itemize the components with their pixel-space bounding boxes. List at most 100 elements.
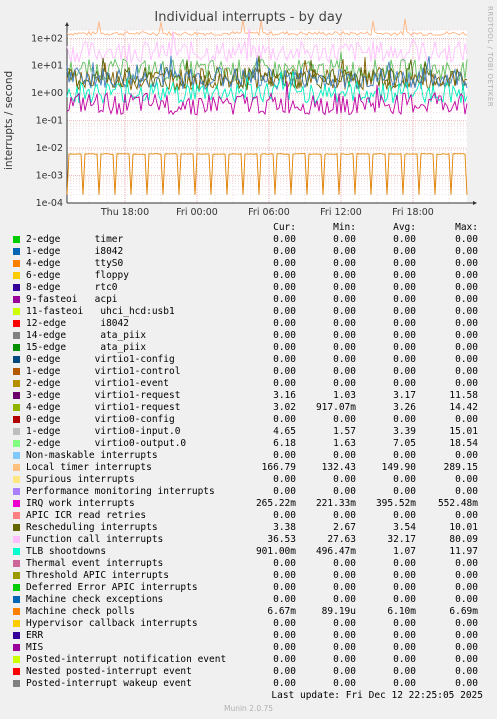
legend-swatch <box>13 272 20 279</box>
legend-label: 1-edge virtio0-input.0 <box>26 426 181 437</box>
legend-min-value: 0.00 <box>333 666 356 677</box>
legend-avg-value: 0.00 <box>393 654 416 665</box>
legend-min-value: 0.00 <box>333 654 356 665</box>
legend-min-value: 0.00 <box>333 414 356 425</box>
legend-avg-value: 0.00 <box>393 354 416 365</box>
last-update: Last update: Fri Dec 12 22:25:05 2025 <box>271 690 483 701</box>
legend-label: 2-edge virtio0-output.0 <box>26 438 187 449</box>
legend-cur-value: 0.00 <box>273 474 296 485</box>
legend-avg-value: 0.00 <box>393 282 416 293</box>
legend-row: 14-edge ata_piix 0.00 0.00 0.00 0.00 <box>0 330 497 342</box>
legend-row: 8-edge rtc0 0.00 0.00 0.00 0.00 <box>0 282 497 294</box>
legend-cur-value: 0.00 <box>273 486 296 497</box>
legend-avg-value: 0.00 <box>393 318 416 329</box>
legend-min-value: 0.00 <box>333 486 356 497</box>
legend-cur-value: 3.38 <box>273 522 296 533</box>
legend-row: 9-fasteoi acpi 0.00 0.00 0.00 0.00 <box>0 294 497 306</box>
legend-max-value: 0.00 <box>455 558 478 569</box>
legend-swatch <box>13 332 20 339</box>
legend-swatch <box>13 632 20 639</box>
legend-label: MIS <box>26 642 44 653</box>
legend-swatch <box>13 512 20 519</box>
legend-cur-value: 6.67m <box>267 606 296 617</box>
legend-max-value: 0.00 <box>455 570 478 581</box>
legend-max-value: 6.69m <box>449 606 478 617</box>
legend-max-value: 0.00 <box>455 474 478 485</box>
legend-avg-value: 0.00 <box>393 618 416 629</box>
legend-avg-value: 0.00 <box>393 366 416 377</box>
legend-max-value: 0.00 <box>455 678 478 689</box>
legend-row: Posted-interrupt wakeup event 0.00 0.00 0.0… <box>0 678 497 690</box>
legend-label: 0-edge virtio1-config <box>26 354 175 365</box>
legend-swatch <box>13 488 20 495</box>
legend-max-value: 0.00 <box>455 630 478 641</box>
legend-cur-value: 0.00 <box>273 318 296 329</box>
legend-label: Nested posted-interrupt event <box>26 666 192 677</box>
legend-avg-value: 0.00 <box>393 630 416 641</box>
legend-avg-value: 0.00 <box>393 246 416 257</box>
col-header-min: Min: <box>333 222 356 233</box>
legend-avg-value: 0.00 <box>393 678 416 689</box>
legend-label: 2-edge timer <box>26 234 124 245</box>
legend-swatch <box>13 464 20 471</box>
legend-row: IRQ work interrupts 265.22m 221.33m 395.52m… <box>0 498 497 510</box>
legend-min-value: 0.00 <box>333 258 356 269</box>
legend-cur-value: 0.00 <box>273 558 296 569</box>
legend-label: Threshold APIC interrupts <box>26 570 169 581</box>
legend-max-value: 11.97 <box>449 546 478 557</box>
legend-avg-value: 0.00 <box>393 666 416 677</box>
legend-swatch <box>13 236 20 243</box>
legend-min-value: 89.19u <box>321 606 356 617</box>
legend-min-value: 27.63 <box>327 534 356 545</box>
legend-cur-value: 265.22m <box>255 498 296 509</box>
legend-max-value: 15.01 <box>449 426 478 437</box>
y-tick-label: 1e+00 <box>31 88 63 99</box>
legend-max-value: 0.00 <box>455 318 478 329</box>
legend-max-value: 0.00 <box>455 594 478 605</box>
legend-swatch <box>13 572 20 579</box>
legend-avg-value: 0.00 <box>393 486 416 497</box>
legend-max-value: 0.00 <box>455 654 478 665</box>
legend-min-value: 0.00 <box>333 270 356 281</box>
legend-row: 0-edge virtio0-config 0.00 0.00 0.00 0.00 <box>0 414 497 426</box>
legend-swatch <box>13 608 20 615</box>
legend-cur-value: 0.00 <box>273 630 296 641</box>
legend-swatch <box>13 536 20 543</box>
legend-min-value: 1.57 <box>333 426 356 437</box>
legend-avg-value: 0.00 <box>393 234 416 245</box>
legend-avg-value: 0.00 <box>393 270 416 281</box>
x-axis-arrow <box>473 201 477 205</box>
legend-cur-value: 3.16 <box>273 390 296 401</box>
legend-avg-value: 0.00 <box>393 258 416 269</box>
legend-avg-value: 0.00 <box>393 474 416 485</box>
legend-min-value: 0.00 <box>333 450 356 461</box>
legend-label: 6-edge floppy <box>26 270 129 281</box>
legend-cur-value: 0.00 <box>273 246 296 257</box>
legend-row: Local timer interrupts 166.79 132.43 149.90… <box>0 462 497 474</box>
legend-max-value: 0.00 <box>455 306 478 317</box>
legend-max-value: 11.58 <box>449 390 478 401</box>
legend-label: 11-fasteoi uhci_hcd:usb1 <box>26 306 175 317</box>
legend-max-value: 0.00 <box>455 282 478 293</box>
legend-row: 1-edge virtio0-input.0 4.65 1.57 3.39 15.01 <box>0 426 497 438</box>
legend-swatch <box>13 260 20 267</box>
legend-min-value: 0.00 <box>333 642 356 653</box>
legend-label: TLB shootdowns <box>26 546 107 557</box>
legend-row: MIS 0.00 0.00 0.00 0.00 <box>0 642 497 654</box>
legend-min-value: 0.00 <box>333 246 356 257</box>
legend-swatch <box>13 344 20 351</box>
legend-swatch <box>13 440 20 447</box>
legend-label: Machine check exceptions <box>26 594 164 605</box>
legend-swatch <box>13 284 20 291</box>
legend-swatch <box>13 452 20 459</box>
legend-avg-value: 0.00 <box>393 306 416 317</box>
legend-row: 2-edge virtio0-output.0 6.18 1.63 7.05 18.54 <box>0 438 497 450</box>
legend-row: Hypervisor callback interrupts 0.00 0.00 0.… <box>0 618 497 630</box>
legend-label: 8-edge rtc0 <box>26 282 118 293</box>
legend-label: 1-edge i8042 <box>26 246 124 257</box>
legend-min-value: 1.03 <box>333 390 356 401</box>
x-tick-label: Fri 00:00 <box>176 207 218 215</box>
legend-max-value: 0.00 <box>455 642 478 653</box>
legend-cur-value: 0.00 <box>273 666 296 677</box>
legend-row: Function call interrupts 36.53 27.63 32.17 8… <box>0 534 497 546</box>
